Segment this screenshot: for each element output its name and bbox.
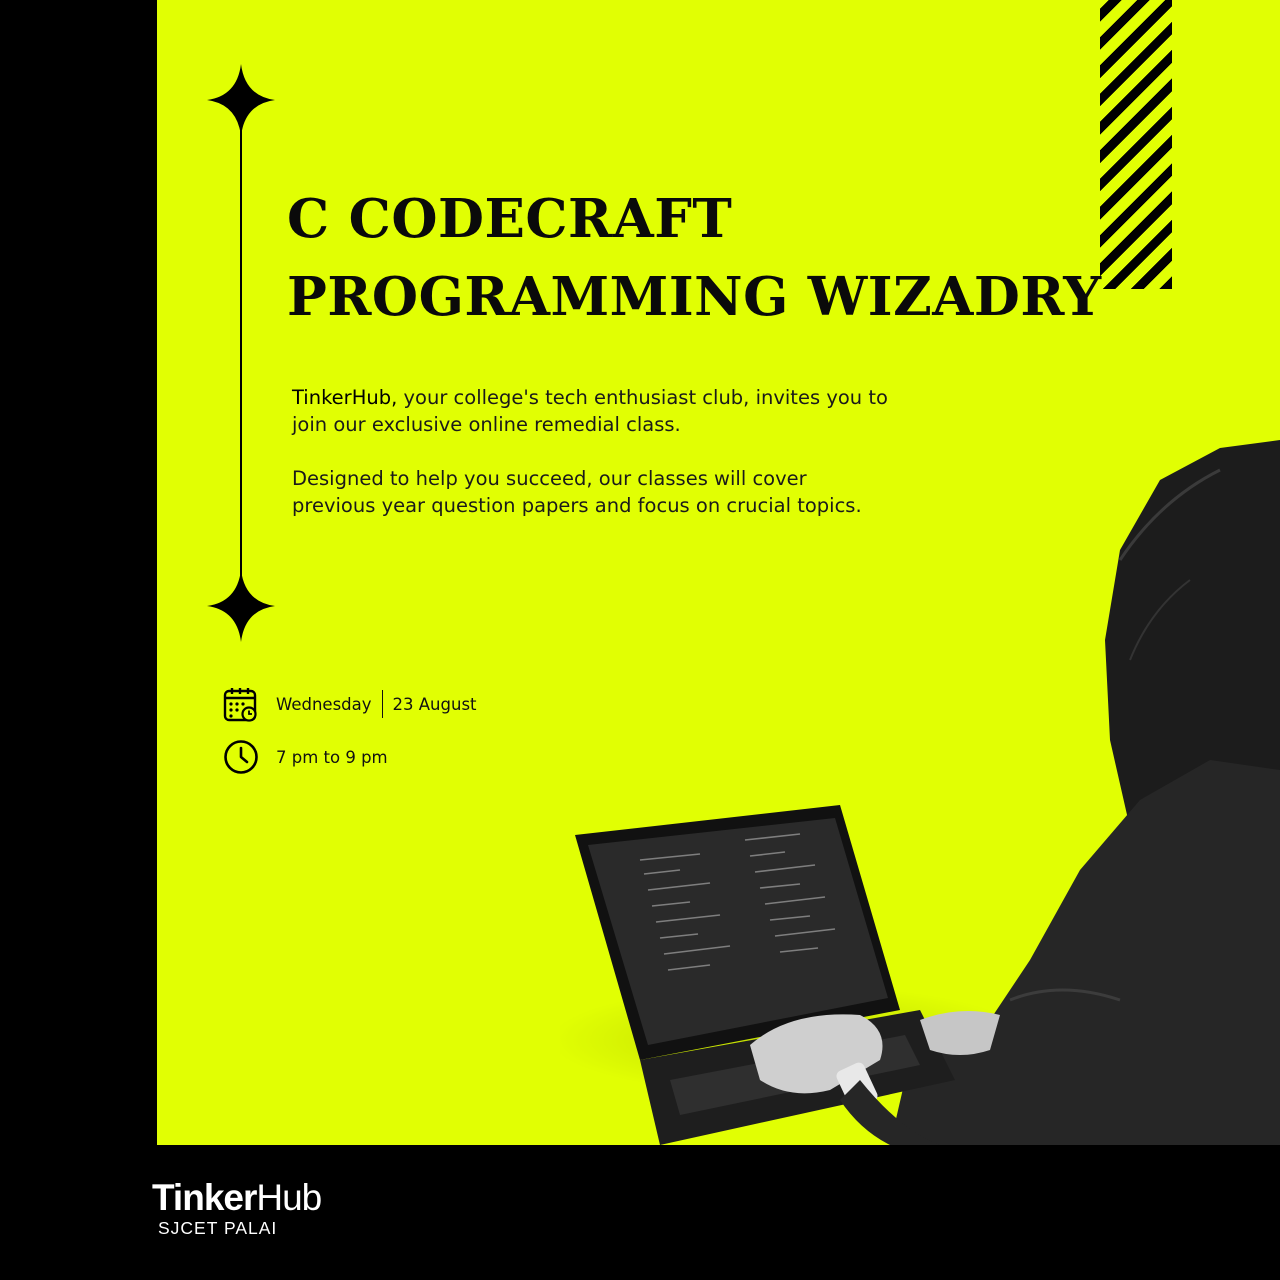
event-time: 7 pm to 9 pm bbox=[276, 747, 388, 767]
person-using-laptop-photo bbox=[560, 440, 1280, 1145]
clock-icon bbox=[224, 740, 258, 774]
brand-wordmark: TinkerHub bbox=[152, 1177, 322, 1218]
event-date-row: Wednesday 23 August bbox=[223, 686, 477, 722]
sparkle-star-icon bbox=[207, 64, 275, 136]
tinkerhub-logo: TinkerHub SJCET PALAI bbox=[152, 1177, 322, 1239]
event-date: 23 August bbox=[392, 694, 477, 714]
vertical-line-decoration bbox=[240, 98, 242, 606]
title-line-1: C CODECRAFT bbox=[287, 188, 733, 250]
brand-subtitle: SJCET PALAI bbox=[158, 1218, 278, 1238]
brand-wordmark-bold: Tinker bbox=[152, 1177, 257, 1218]
sparkle-star-icon bbox=[207, 570, 275, 642]
brand-wordmark-light: Hub bbox=[256, 1177, 322, 1218]
calendar-clock-icon bbox=[223, 688, 257, 722]
title-line-2: PROGRAMMING WIZADRY bbox=[287, 266, 1102, 328]
page-title: C CODECRAFT PROGRAMMING WIZADRY bbox=[287, 180, 1102, 336]
diagonal-stripes-decoration bbox=[1100, 0, 1172, 289]
brand-name: TinkerHub, bbox=[292, 386, 398, 409]
date-divider bbox=[381, 690, 383, 718]
event-time-row: 7 pm to 9 pm bbox=[223, 739, 388, 775]
event-day: Wednesday bbox=[276, 694, 372, 714]
intro-paragraph: TinkerHub, your college's tech enthusias… bbox=[292, 384, 892, 438]
